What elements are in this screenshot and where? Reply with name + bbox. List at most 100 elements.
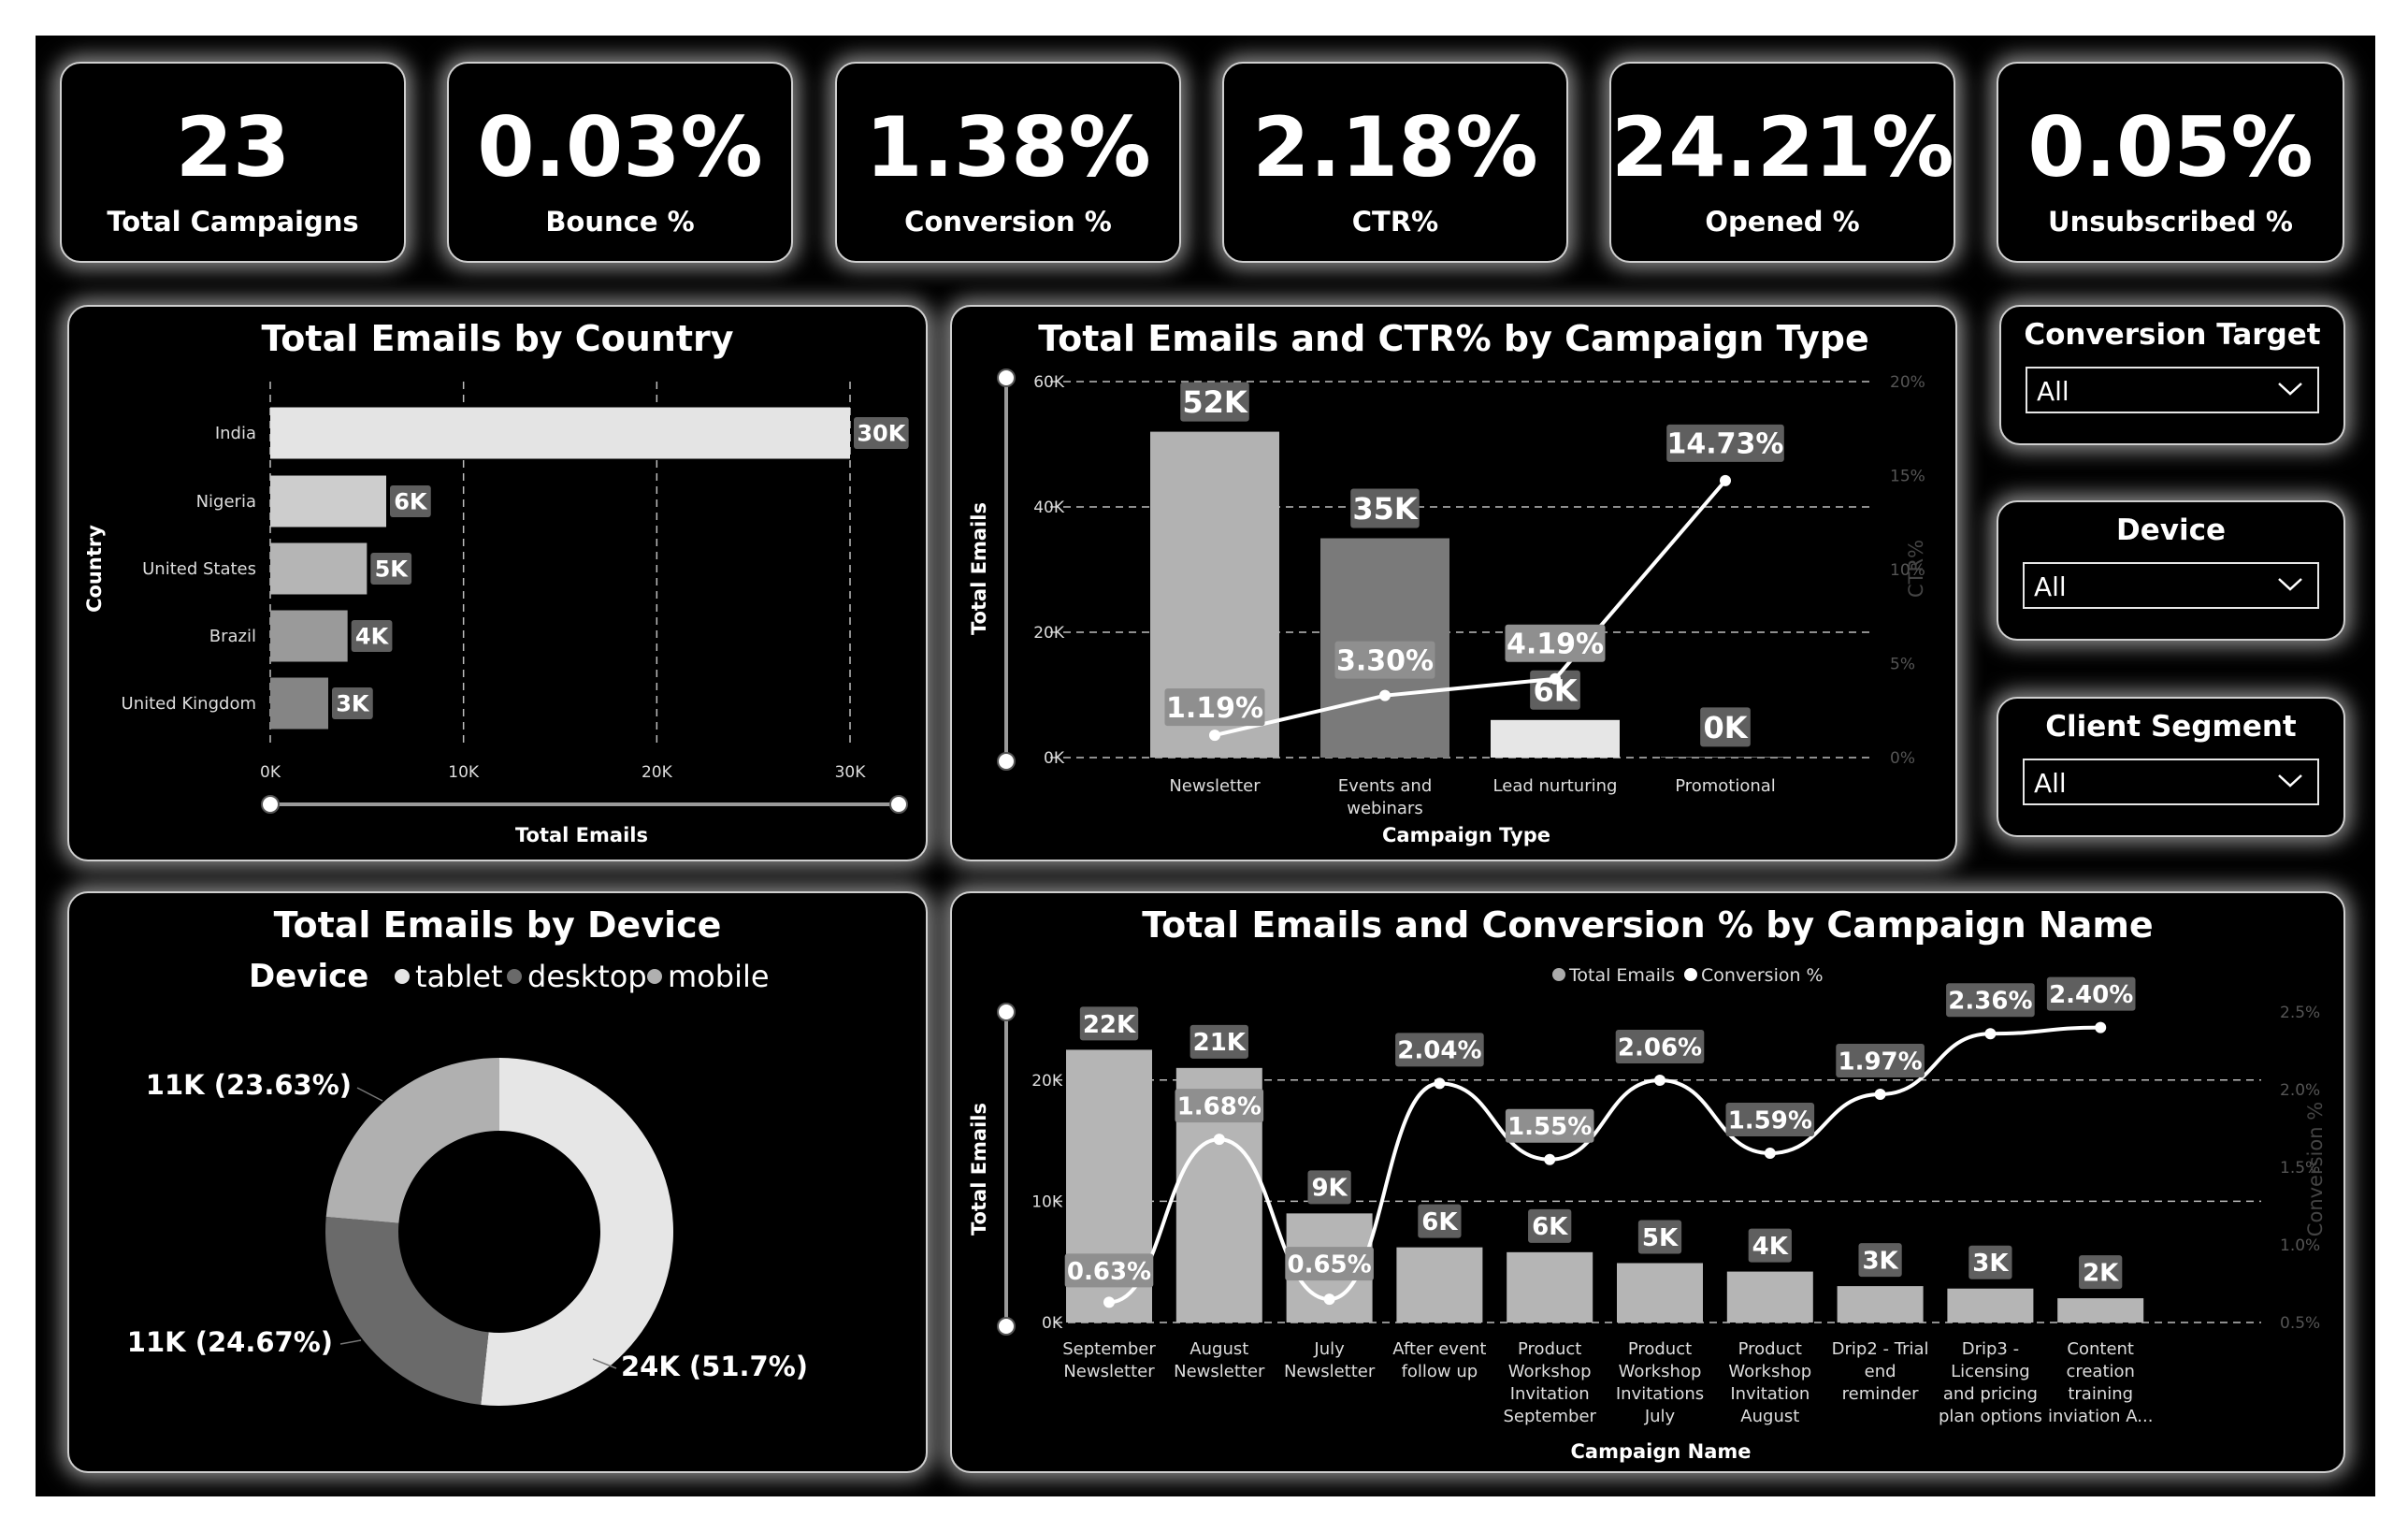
ctr-point [1379, 689, 1391, 701]
conversion-point [2095, 1021, 2107, 1033]
bar [1491, 719, 1620, 758]
conversion-data-label: 1.97% [1838, 1048, 1922, 1076]
y2-tick-label: 2.5% [2280, 1004, 2320, 1022]
category-label: Drip3 - [1962, 1339, 2019, 1359]
campaign-name-combo-chart: Total Emails Conversion % 0K 10K 20K 0.5% 1.0%… [968, 965, 2327, 1463]
bar-data-label: 21K [1193, 1029, 1247, 1057]
legend-marker [395, 969, 410, 984]
category-label: Product [1738, 1339, 1802, 1359]
scroll-handle-left [261, 795, 280, 814]
x-tick-label: 30K [835, 763, 867, 782]
bar [270, 475, 386, 528]
category-label: Drip2 - Trial [1832, 1339, 1929, 1359]
category-label: August [1740, 1407, 1799, 1426]
slice-data-label: 24K (51.7%) [621, 1351, 808, 1382]
dashboard-canvas: 23 Total Campaigns 0.03% Bounce % 1.38% … [36, 36, 2375, 1496]
y-tick-label: 20K [1033, 624, 1065, 643]
category-label: inviation A... [2048, 1407, 2153, 1426]
x-tick-label: 0K [260, 763, 281, 782]
y-tick-label: 0K [1044, 749, 1065, 768]
conversion-point [1103, 1296, 1115, 1308]
scroll-handle-bottom [997, 1317, 1016, 1336]
y-axis-title: Total Emails [968, 502, 990, 635]
scroll-handle-right [889, 795, 908, 814]
category-label: follow up [1402, 1362, 1478, 1381]
category-label: Workshop [1728, 1362, 1811, 1381]
legend-marker [647, 969, 662, 984]
y2-axis-title: CTR% [1905, 540, 1927, 598]
x-tick-label: 20K [642, 763, 673, 782]
scroll-handle-top [997, 1003, 1016, 1021]
bar [1726, 1271, 1813, 1322]
category-label: and pricing [1943, 1384, 2038, 1404]
conversion-target-dropdown[interactable]: All [2026, 367, 2319, 413]
ctr-point [1720, 474, 1731, 486]
kpi-label: Conversion % [904, 206, 1112, 238]
conversion-data-label: 0.63% [1067, 1258, 1151, 1286]
conversion-data-label: 2.40% [2049, 981, 2133, 1009]
dropdown-value: All [2037, 376, 2069, 407]
conversion-data-label: 0.65% [1287, 1250, 1371, 1279]
bar-data-label: 6K [1421, 1208, 1458, 1236]
category-label: Newsletter [1169, 776, 1261, 796]
category-label: plan options [1939, 1407, 2042, 1426]
bar [270, 407, 850, 459]
category-label: Promotional [1675, 776, 1776, 796]
kpi-card-conversion: 1.38% Conversion % [835, 62, 1181, 263]
kpi-label: CTR% [1351, 206, 1439, 238]
y2-tick-label: 5% [1890, 656, 1915, 674]
conversion-data-label: 2.36% [1948, 988, 2032, 1016]
y2-tick-label: 20% [1890, 373, 1925, 392]
donut-slice [325, 1058, 499, 1223]
category-label: Invitation [1510, 1384, 1590, 1404]
x-axis-title: Campaign Name [1570, 1440, 1751, 1463]
conversion-point [1323, 1294, 1335, 1306]
kpi-label: Total Campaigns [107, 206, 359, 238]
category-label: Invitations [1616, 1384, 1704, 1404]
kpi-card-unsubscribed: 0.05% Unsubscribed % [1997, 62, 2344, 263]
category-label: July [1644, 1407, 1676, 1426]
ctr-data-label: 14.73% [1667, 428, 1784, 461]
bar-data-label: 0K [1703, 710, 1748, 745]
kpi-card-opened: 24.21% Opened % [1609, 62, 1955, 263]
category-label: Workshop [1508, 1362, 1592, 1381]
ctr-data-label: 1.19% [1166, 692, 1263, 725]
legend-label: tablet [415, 959, 503, 994]
slicer-client-segment: Client Segment All [1997, 697, 2345, 837]
bar [270, 677, 328, 730]
kpi-label: Unsubscribed % [2048, 206, 2293, 238]
data-label: 4K [355, 624, 390, 650]
y-tick-label: 0K [1042, 1314, 1063, 1333]
client-segment-dropdown[interactable]: All [2023, 759, 2319, 805]
bar-data-label: 52K [1182, 384, 1248, 420]
kpi-card-total-campaigns: 23 Total Campaigns [60, 62, 406, 263]
x-tick-label: 10K [448, 763, 480, 782]
conversion-data-label: 1.55% [1507, 1113, 1592, 1141]
category-label: Nigeria [196, 492, 256, 512]
donut-slice [325, 1217, 489, 1405]
slicer-conversion-target: Conversion Target All [1999, 305, 2345, 445]
chevron-down-icon [2278, 383, 2302, 396]
bar-data-label: 5K [1642, 1224, 1679, 1252]
conversion-data-label: 2.04% [1397, 1037, 1481, 1065]
category-label: September [1062, 1339, 1156, 1359]
y2-tick-label: 0% [1890, 749, 1915, 768]
device-dropdown[interactable]: All [2023, 562, 2319, 609]
bar-data-label: 35K [1352, 491, 1419, 527]
category-label: Product [1518, 1339, 1581, 1359]
data-label: 3K [336, 691, 370, 717]
category-label: creation [2066, 1362, 2135, 1381]
slicer-title: Device [2116, 513, 2226, 547]
category-label: United Kingdom [122, 694, 256, 714]
bar [1837, 1286, 1924, 1322]
y2-tick-label: 1.0% [2280, 1236, 2320, 1255]
bar [2057, 1298, 2144, 1322]
panel-emails-conversion-by-name: Total Emails and Conversion % by Campaig… [950, 891, 2345, 1473]
panel-emails-ctr-by-type: Total Emails and CTR% by Campaign Type 0… [950, 305, 1957, 861]
campaign-type-combo-chart: 0K20K40K60K0%5%10%15%20%52KNewsletter35K… [968, 369, 1927, 846]
bar-data-label: 22K [1083, 1011, 1136, 1039]
y2-tick-label: 0.5% [2280, 1314, 2320, 1333]
legend-title: Device [249, 958, 368, 995]
category-label: Content [2067, 1339, 2134, 1359]
category-label: August [1190, 1339, 1248, 1359]
